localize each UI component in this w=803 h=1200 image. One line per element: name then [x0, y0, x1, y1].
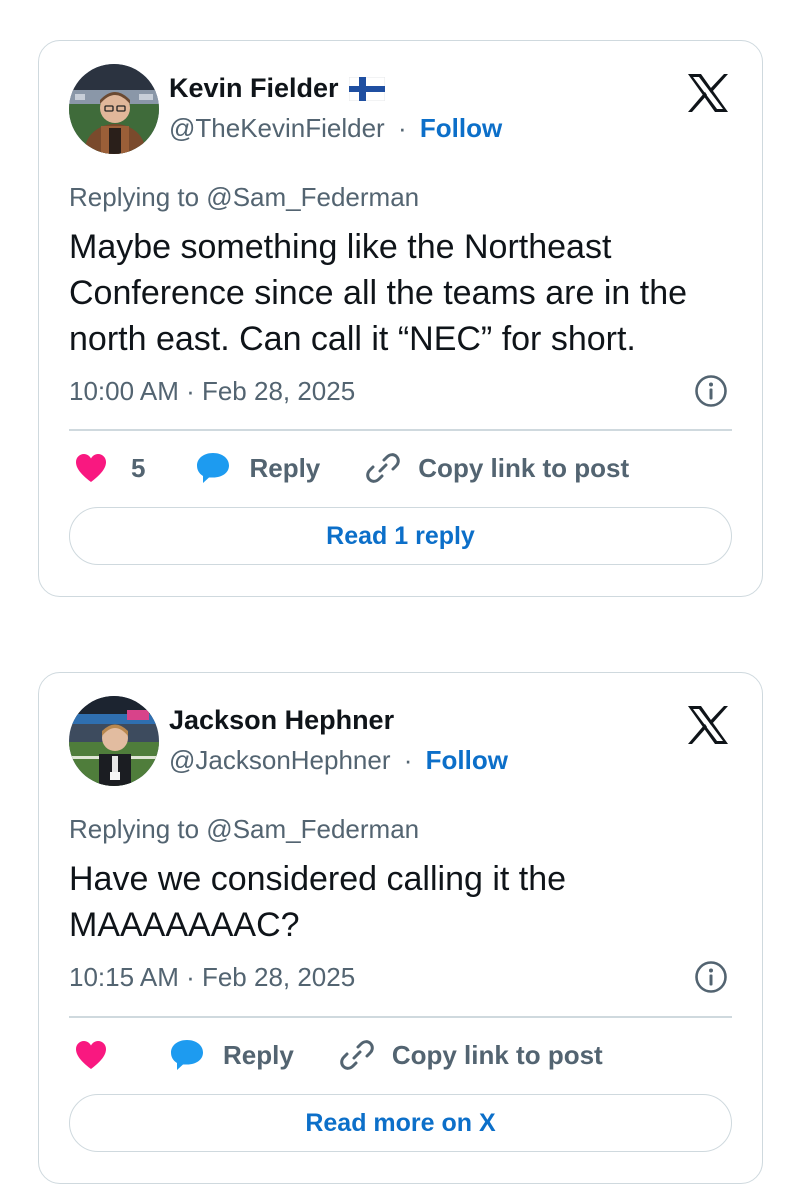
follow-button[interactable]: Follow	[426, 745, 508, 775]
copy-link-label: Copy link to post	[418, 452, 630, 483]
separator-dot: ·	[397, 113, 407, 143]
author-name[interactable]: Jackson Hephner	[169, 705, 394, 736]
replying-to: Replying to @Sam_Federman	[69, 814, 420, 844]
x-logo-icon[interactable]	[686, 73, 730, 113]
like-button[interactable]	[75, 1040, 107, 1070]
author-handle[interactable]: @JacksonHephner	[169, 745, 391, 775]
reply-bubble-icon	[197, 453, 230, 483]
handle-row: @TheKevinFielder · Follow	[169, 113, 502, 144]
action-bar: 5 Reply Copy link to post	[75, 448, 629, 488]
avatar[interactable]	[69, 696, 159, 786]
follow-button[interactable]: Follow	[420, 113, 502, 143]
finland-flag-icon	[348, 76, 386, 101]
link-icon	[366, 453, 401, 483]
read-replies-button[interactable]: Read 1 reply	[69, 507, 732, 565]
timestamp[interactable]: 10:00 AM · Feb 28, 2025	[69, 376, 355, 407]
handle-row: @JacksonHephner · Follow	[169, 745, 508, 776]
reply-button[interactable]: Reply	[195, 451, 320, 485]
author-name[interactable]: Kevin Fielder	[169, 73, 339, 104]
tweet-text: Have we considered calling it the MAAAAA…	[69, 860, 567, 944]
info-icon[interactable]	[694, 374, 728, 408]
copy-link-button[interactable]: Copy link to post	[340, 1038, 603, 1072]
reply-bubble-icon	[171, 1040, 203, 1070]
reply-label: Reply	[223, 1039, 294, 1070]
separator-dot: ·	[403, 745, 413, 775]
tweet-text: Maybe something like the Northeast Confe…	[69, 228, 688, 358]
timestamp[interactable]: 10:15 AM · Feb 28, 2025	[69, 962, 355, 993]
x-logo-icon[interactable]	[686, 705, 730, 745]
copy-link-label: Copy link to post	[391, 1039, 603, 1070]
heart-icon	[76, 454, 106, 482]
reply-button[interactable]: Reply	[169, 1038, 294, 1072]
tweet-card: Kevin Fielder @TheKevinFielder · Follow …	[38, 40, 763, 597]
divider	[69, 1016, 732, 1018]
info-icon[interactable]	[694, 960, 728, 994]
author-row: Jackson Hephner	[169, 705, 394, 736]
action-bar: Reply Copy link to post	[75, 1035, 603, 1075]
tweet-card: Jackson Hephner @JacksonHephner · Follow…	[38, 672, 763, 1184]
copy-link-button[interactable]: Copy link to post	[366, 451, 629, 485]
replying-to: Replying to @Sam_Federman	[69, 182, 420, 212]
reply-label: Reply	[249, 452, 321, 483]
heart-icon	[76, 1041, 106, 1069]
like-button[interactable]: 5	[75, 453, 145, 484]
read-more-button[interactable]: Read more on X	[69, 1094, 732, 1152]
divider	[69, 429, 732, 431]
author-handle[interactable]: @TheKevinFielder	[169, 113, 385, 143]
link-icon	[340, 1040, 374, 1070]
like-count: 5	[131, 452, 146, 483]
author-row: Kevin Fielder	[169, 73, 386, 104]
avatar[interactable]	[69, 64, 159, 154]
